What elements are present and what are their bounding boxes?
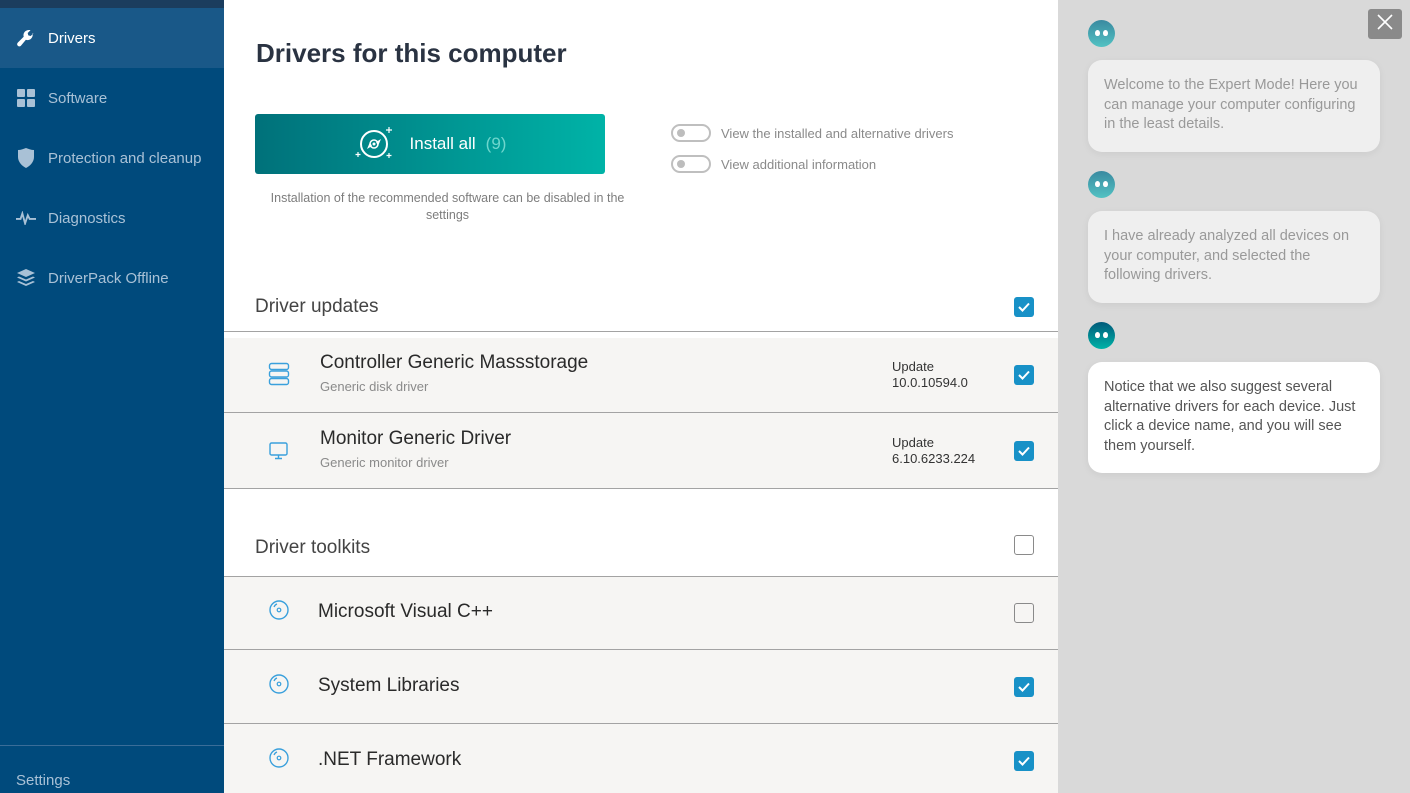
close-button[interactable] (1368, 9, 1402, 39)
monitor-icon (268, 441, 290, 466)
driver-checkbox[interactable] (1014, 365, 1034, 385)
sidebar-item-label: Drivers (48, 29, 96, 47)
chat-message: I have already analyzed all devices on y… (1088, 211, 1380, 303)
wrench-icon (16, 28, 36, 48)
driver-subtitle: Generic monitor driver (320, 455, 449, 470)
driver-version: 6.10.6233.224 (892, 451, 976, 466)
shield-icon (16, 148, 36, 168)
driver-name[interactable]: Controller Generic Massstorage (320, 352, 588, 374)
sidebar-item-label: Software (48, 89, 108, 107)
toolkit-name[interactable]: .NET Framework (318, 749, 461, 771)
driver-update-info: Update 10.0.10594.0 (892, 359, 968, 391)
page-title: Drivers for this computer (256, 38, 567, 68)
assistant-avatar (1088, 20, 1115, 47)
grid-icon (16, 88, 36, 108)
toggle-switch[interactable] (671, 124, 711, 142)
toggle-label: View additional information (721, 156, 877, 172)
pulse-icon (16, 208, 36, 228)
sidebar-item-driverpack-offline[interactable]: DriverPack Offline (0, 248, 224, 308)
disc-icon (354, 124, 396, 165)
assistant-avatar (1088, 322, 1115, 349)
disc-icon (268, 673, 290, 700)
close-icon (1377, 13, 1393, 35)
sidebar: Drivers Software Protection and cleanup … (0, 0, 224, 793)
toolkit-name[interactable]: Microsoft Visual C++ (318, 601, 493, 623)
driver-checkbox[interactable] (1014, 441, 1034, 461)
toggle-label: View the installed and alternative drive… (721, 125, 954, 141)
sidebar-item-drivers[interactable]: Drivers (0, 8, 224, 68)
driver-status: Update (892, 359, 934, 374)
chat-message: Welcome to the Expert Mode! Here you can… (1088, 60, 1380, 152)
driver-row[interactable]: Monitor Generic Driver Generic monitor d… (224, 413, 1058, 489)
toolkit-row[interactable]: System Libraries (224, 650, 1058, 724)
driver-version: 10.0.10594.0 (892, 375, 968, 390)
disc-icon (268, 599, 290, 626)
toolkit-checkbox[interactable] (1014, 751, 1034, 771)
assistant-avatar (1088, 171, 1115, 198)
driver-status: Update (892, 435, 934, 450)
sidebar-divider (0, 745, 224, 746)
section-driver-toolkits: Driver toolkits (224, 520, 1058, 577)
section-checkbox[interactable] (1014, 297, 1034, 317)
sidebar-item-software[interactable]: Software (0, 68, 224, 128)
toolkit-name[interactable]: System Libraries (318, 675, 460, 697)
install-all-count: (9) (485, 134, 507, 153)
sidebar-item-label: DriverPack Offline (48, 269, 169, 287)
driver-subtitle: Generic disk driver (320, 379, 429, 394)
toolkit-row[interactable]: .NET Framework (224, 724, 1058, 793)
toggle-additional-info[interactable]: View additional information (671, 155, 876, 173)
install-all-label: Install all (409, 134, 476, 153)
sidebar-item-label: Protection and cleanup (48, 149, 202, 167)
install-all-button[interactable]: Install all (9) (255, 114, 605, 174)
sidebar-item-protection[interactable]: Protection and cleanup (0, 128, 224, 188)
main-content: Drivers for this computer Install all (9… (224, 0, 1058, 793)
section-driver-updates: Driver updates (224, 282, 1058, 332)
toggle-installed-alternative[interactable]: View the installed and alternative drive… (671, 124, 953, 142)
section-title: Driver updates (255, 295, 379, 317)
section-checkbox[interactable] (1014, 535, 1034, 555)
sidebar-item-label: Diagnostics (48, 209, 126, 227)
install-note: Installation of the recommended software… (270, 191, 625, 222)
toolkit-checkbox[interactable] (1014, 677, 1034, 697)
chat-message: Notice that we also suggest several alte… (1088, 362, 1380, 473)
toolkit-checkbox[interactable] (1014, 603, 1034, 623)
assistant-panel: Welcome to the Expert Mode! Here you can… (1058, 0, 1410, 793)
sidebar-settings-link[interactable]: Settings (16, 772, 70, 789)
driver-name[interactable]: Monitor Generic Driver (320, 428, 511, 450)
driver-update-info: Update 6.10.6233.224 (892, 435, 975, 467)
toggle-switch[interactable] (671, 155, 711, 173)
layers-icon (16, 268, 36, 288)
disc-icon (268, 747, 290, 774)
driver-row[interactable]: Controller Generic Massstorage Generic d… (224, 338, 1058, 413)
section-title: Driver toolkits (255, 537, 371, 558)
sidebar-item-diagnostics[interactable]: Diagnostics (0, 188, 224, 248)
toolkit-row[interactable]: Microsoft Visual C++ (224, 577, 1058, 650)
storage-icon (268, 362, 290, 391)
